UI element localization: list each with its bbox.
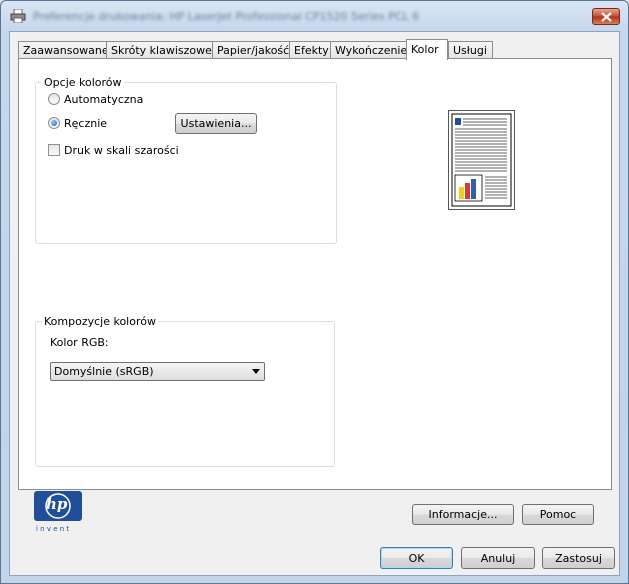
color-themes-label: Kompozycje kolorów	[42, 315, 158, 328]
window-title: Preferencje drukowania: HP LaserJet Prof…	[33, 10, 420, 23]
radio-manual-label: Ręcznie	[64, 117, 108, 130]
title-bar: Preferencje drukowania: HP LaserJet Prof…	[1, 1, 628, 31]
close-icon	[601, 12, 612, 22]
tab-effects[interactable]: Efekty	[289, 41, 331, 59]
radio-automatic-label: Automatyczna	[64, 93, 144, 106]
cancel-button[interactable]: Anuluj	[461, 547, 535, 569]
ok-button[interactable]: OK	[380, 547, 453, 569]
tab-services[interactable]: Usługi	[448, 41, 493, 59]
printer-icon	[10, 9, 26, 23]
tab-advanced[interactable]: Zaawansowane	[18, 41, 109, 59]
tab-finishing[interactable]: Wykończenie	[330, 41, 407, 59]
hp-logo-text: hp	[46, 495, 68, 513]
help-button[interactable]: Pomoc	[522, 504, 594, 525]
rgb-color-label: Kolor RGB:	[50, 336, 109, 349]
color-tab-panel: Opcje kolorów Automatyczna Ręcznie Ustaw…	[18, 58, 612, 490]
chevron-down-icon	[252, 369, 260, 374]
grayscale-label: Druk w skali szarości	[64, 144, 179, 157]
color-options-group: Opcje kolorów Automatyczna Ręcznie Ustaw…	[35, 76, 337, 244]
apply-button[interactable]: Zastosuj	[542, 547, 615, 569]
rgb-color-dropdown[interactable]: Domyślnie (sRGB)	[50, 362, 265, 381]
close-button[interactable]	[592, 8, 620, 25]
color-options-label: Opcje kolorów	[42, 76, 124, 89]
grayscale-checkbox[interactable]: Druk w skali szarości	[48, 144, 179, 157]
print-preferences-window: Preferencje drukowania: HP LaserJet Prof…	[0, 0, 629, 584]
radio-indicator-selected	[48, 117, 60, 129]
tab-paper-quality[interactable]: Papier/jakość	[212, 41, 290, 59]
hp-logo: hp i n v e n t	[32, 489, 84, 538]
info-button[interactable]: Informacje...	[412, 504, 514, 525]
rgb-color-value: Domyślnie (sRGB)	[54, 365, 154, 378]
tab-shortcuts[interactable]: Skróty klawiszowe	[106, 41, 213, 59]
hp-tagline: i n v e n t	[36, 525, 70, 533]
radio-manual[interactable]: Ręcznie	[48, 117, 107, 130]
radio-indicator	[48, 93, 60, 105]
tab-color[interactable]: Kolor	[406, 39, 448, 60]
page-preview	[448, 110, 515, 210]
settings-button[interactable]: Ustawienia...	[175, 113, 257, 134]
document-preview-icon	[451, 113, 512, 207]
checkbox-indicator	[48, 144, 60, 156]
color-themes-group: Kompozycje kolorów Kolor RGB: Domyślnie …	[35, 315, 335, 467]
dialog-client: Zaawansowane Skróty klawiszowe Papier/ja…	[9, 31, 620, 576]
radio-automatic[interactable]: Automatyczna	[48, 93, 143, 106]
